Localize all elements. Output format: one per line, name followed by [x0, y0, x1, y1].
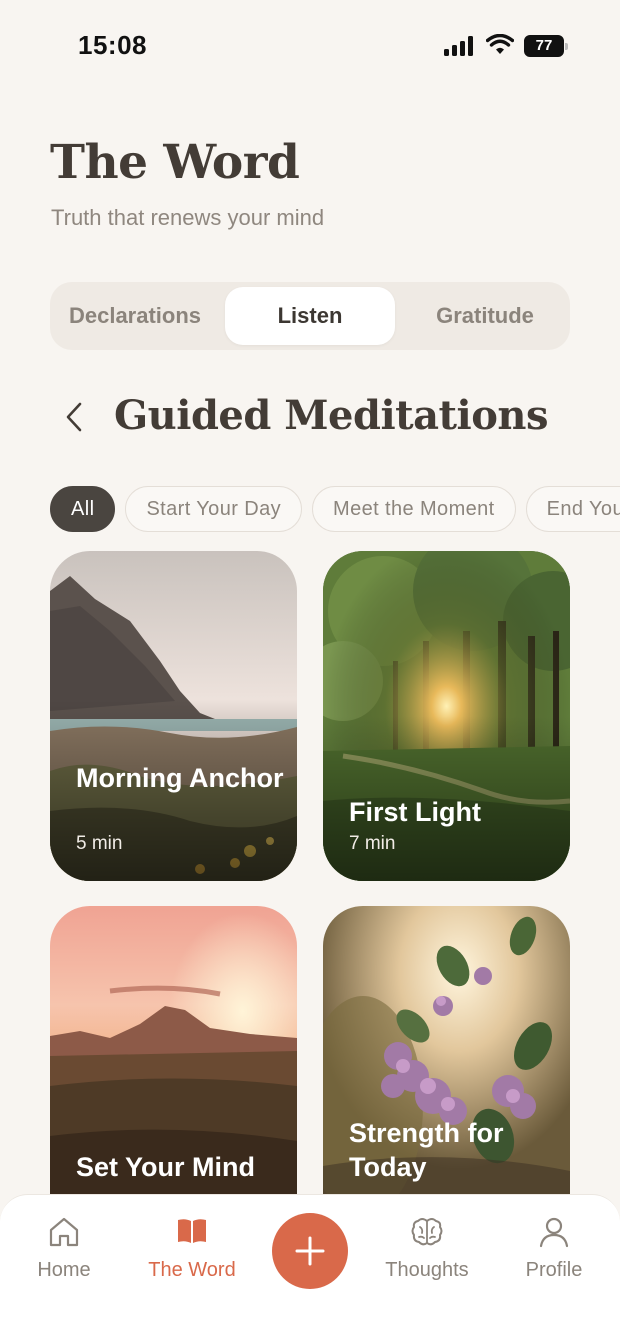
page-subtitle: Truth that renews your mind — [51, 205, 325, 230]
back-chevron-icon[interactable] — [60, 400, 90, 434]
brain-icon — [411, 1218, 443, 1246]
filter-chip-end-your-day[interactable]: End Your Day — [525, 486, 620, 532]
filter-chip-all[interactable]: All — [50, 486, 116, 532]
nav-thoughts-label: Thoughts — [385, 1259, 469, 1281]
plus-icon — [295, 1236, 325, 1266]
card-duration: 7 min — [349, 833, 396, 854]
battery-icon: 77 — [524, 35, 568, 57]
status-time: 15:08 — [78, 30, 147, 60]
card-title: Morning Anchor — [76, 763, 284, 793]
status-bar: 15:08 77 — [0, 0, 620, 92]
card-title: Set Your Mind — [76, 1152, 256, 1182]
card-image — [50, 551, 297, 881]
tab-gratitude[interactable]: Gratitude — [400, 282, 570, 350]
meditation-card-morning-anchor[interactable]: Morning Anchor 5 min — [50, 551, 297, 881]
nav-the-word[interactable]: The Word — [132, 1215, 252, 1282]
card-image — [323, 551, 570, 881]
nav-home-label: Home — [37, 1259, 91, 1281]
nav-profile-label: Profile — [525, 1259, 583, 1281]
card-duration: 5 min — [76, 833, 123, 854]
nav-home[interactable]: Home — [4, 1215, 124, 1282]
card-title: Strength for Today — [349, 1118, 504, 1182]
person-icon — [539, 1217, 569, 1248]
wifi-icon — [486, 34, 514, 54]
battery-level: 77 — [535, 37, 553, 54]
page-title: The Word — [50, 135, 300, 190]
meditation-card-strength-for-today[interactable]: Strength for Today — [323, 906, 570, 1236]
filter-chips: AllStart Your DayMeet the MomentEnd Your… — [50, 486, 620, 534]
tab-declarations[interactable]: Declarations — [50, 282, 220, 350]
meditation-card-first-light[interactable]: First Light 7 min — [323, 551, 570, 881]
meditation-card-set-your-mind[interactable]: Set Your Mind — [50, 906, 297, 1236]
card-image — [50, 906, 297, 1236]
card-image — [323, 906, 570, 1236]
book-icon — [178, 1219, 206, 1243]
nav-the-word-label: The Word — [148, 1259, 236, 1281]
nav-thoughts[interactable]: Thoughts — [367, 1215, 487, 1282]
card-title: First Light — [349, 797, 481, 827]
segmented-tabs: Declarations Listen Gratitude — [50, 282, 570, 350]
cellular-signal-icon — [444, 36, 473, 56]
tab-listen[interactable]: Listen — [225, 287, 395, 345]
filter-chip-start-your-day[interactable]: Start Your Day — [125, 486, 303, 532]
filter-chip-meet-the-moment[interactable]: Meet the Moment — [312, 486, 516, 532]
home-icon — [49, 1217, 79, 1247]
section-title: Guided Meditations — [114, 392, 549, 439]
add-button[interactable] — [272, 1213, 348, 1289]
nav-profile[interactable]: Profile — [494, 1215, 614, 1282]
bottom-nav: Home The Word Thoughts Profile — [0, 1194, 620, 1344]
